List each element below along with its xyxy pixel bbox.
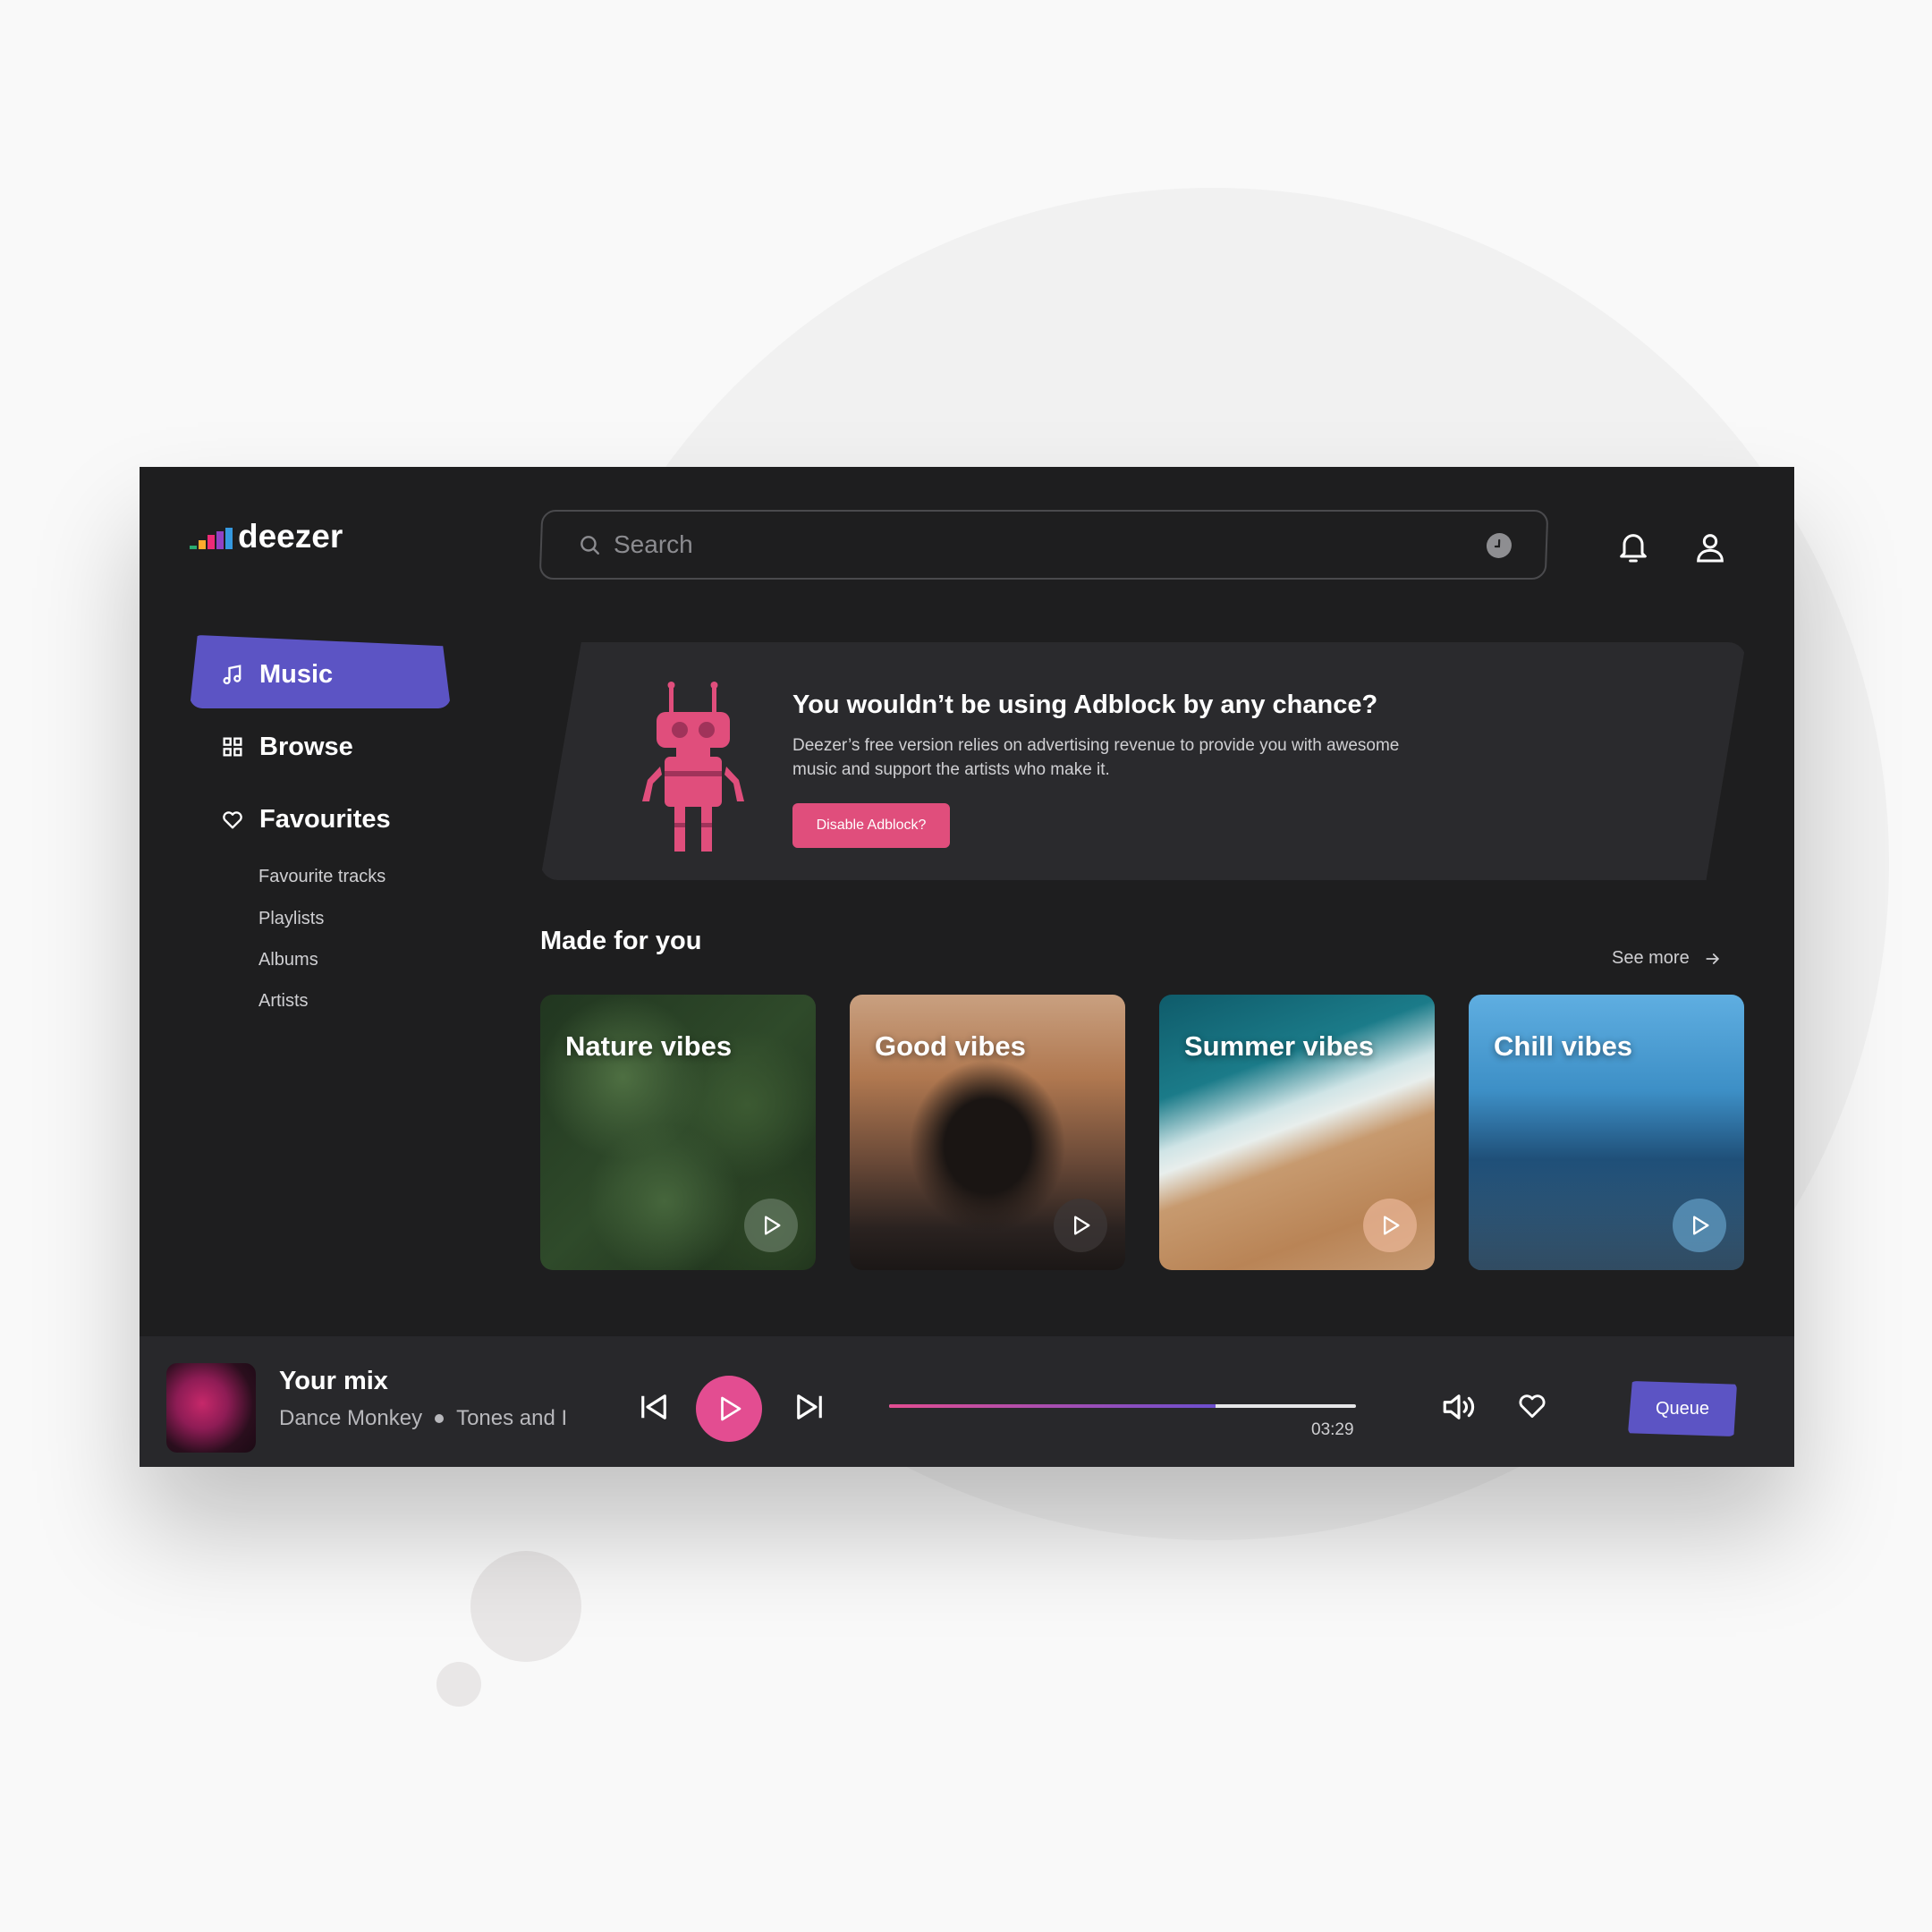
- banner-text: Deezer’s free version relies on advertis…: [792, 736, 1400, 779]
- artist-name: Tones and I: [456, 1406, 568, 1430]
- see-more-label: See more: [1612, 948, 1690, 968]
- play-icon: [765, 1216, 781, 1235]
- user-icon[interactable]: [1692, 530, 1728, 565]
- now-playing-subtitle: Dance Monkey Tones and I: [279, 1406, 567, 1431]
- track-time: 03:29: [1311, 1420, 1354, 1439]
- card-title: Chill vibes: [1494, 1030, 1633, 1062]
- heart-icon: [223, 811, 242, 829]
- grid-icon: [223, 737, 242, 757]
- sidebar-sub-playlists[interactable]: Playlists: [258, 909, 324, 929]
- album-art[interactable]: [166, 1363, 256, 1453]
- search-icon: [580, 536, 599, 555]
- banner-title: You wouldn’t be using Adblock by any cha…: [792, 691, 1378, 719]
- music-note-icon: [223, 665, 242, 685]
- sidebar-item-music[interactable]: Music: [220, 655, 333, 694]
- section-title: Made for you: [540, 927, 702, 955]
- play-button[interactable]: [696, 1376, 762, 1442]
- sidebar-item-browse[interactable]: Browse: [220, 727, 353, 767]
- card-play-button[interactable]: [1673, 1199, 1726, 1252]
- disable-adblock-button[interactable]: Disable Adblock?: [792, 803, 950, 848]
- queue-button[interactable]: Queue: [1628, 1381, 1737, 1436]
- clock-icon[interactable]: [1486, 533, 1513, 558]
- play-icon: [1693, 1216, 1709, 1235]
- card-play-button[interactable]: [1363, 1199, 1417, 1252]
- logo-bars-icon: [190, 528, 233, 549]
- card-title: Good vibes: [875, 1030, 1026, 1062]
- decor-circle-small: [436, 1662, 481, 1707]
- see-more-link[interactable]: See more: [1612, 948, 1722, 969]
- previous-track-icon[interactable]: [635, 1388, 673, 1426]
- heart-icon[interactable]: [1515, 1388, 1549, 1422]
- playlist-card-good[interactable]: Good vibes: [850, 995, 1125, 1270]
- sidebar-item-label: Music: [259, 659, 334, 689]
- playlist-card-nature[interactable]: Nature vibes: [540, 995, 816, 1270]
- card-title: Summer vibes: [1184, 1030, 1374, 1062]
- sidebar-sub-favourite-tracks[interactable]: Favourite tracks: [258, 867, 386, 887]
- progress-bar[interactable]: [889, 1404, 1356, 1408]
- play-icon: [1384, 1216, 1400, 1235]
- next-track-icon[interactable]: [791, 1388, 828, 1426]
- card-play-button[interactable]: [1054, 1199, 1107, 1252]
- card-play-button[interactable]: [744, 1199, 798, 1252]
- search-input[interactable]: Search: [614, 530, 693, 559]
- card-title: Nature vibes: [565, 1030, 733, 1062]
- deezer-logo[interactable]: deezer: [190, 513, 343, 553]
- play-icon: [1074, 1216, 1090, 1235]
- separator-dot: [435, 1414, 445, 1423]
- app-window: deezer Search Music Browse Favourites Fa…: [140, 467, 1794, 1467]
- playlist-card-chill[interactable]: Chill vibes: [1469, 995, 1744, 1270]
- logo-text: deezer: [238, 518, 343, 555]
- play-icon: [721, 1396, 741, 1421]
- sidebar-sub-albums[interactable]: Albums: [258, 950, 318, 970]
- sidebar-sub-artists[interactable]: Artists: [258, 991, 309, 1012]
- track-name: Dance Monkey: [279, 1406, 423, 1430]
- sidebar-item-favourites[interactable]: Favourites: [220, 800, 391, 839]
- progress-fill: [889, 1404, 1216, 1408]
- sidebar-item-label: Favourites: [259, 804, 391, 834]
- bell-icon[interactable]: [1615, 530, 1651, 565]
- volume-icon[interactable]: [1440, 1388, 1478, 1426]
- decor-circle: [470, 1551, 581, 1662]
- robot-icon: [642, 682, 744, 852]
- now-playing-title: Your mix: [279, 1367, 388, 1395]
- search-bar[interactable]: Search: [538, 510, 1549, 580]
- playlist-card-summer[interactable]: Summer vibes: [1159, 995, 1435, 1270]
- sidebar-item-label: Browse: [259, 732, 353, 761]
- arrow-right-icon: [1706, 953, 1719, 964]
